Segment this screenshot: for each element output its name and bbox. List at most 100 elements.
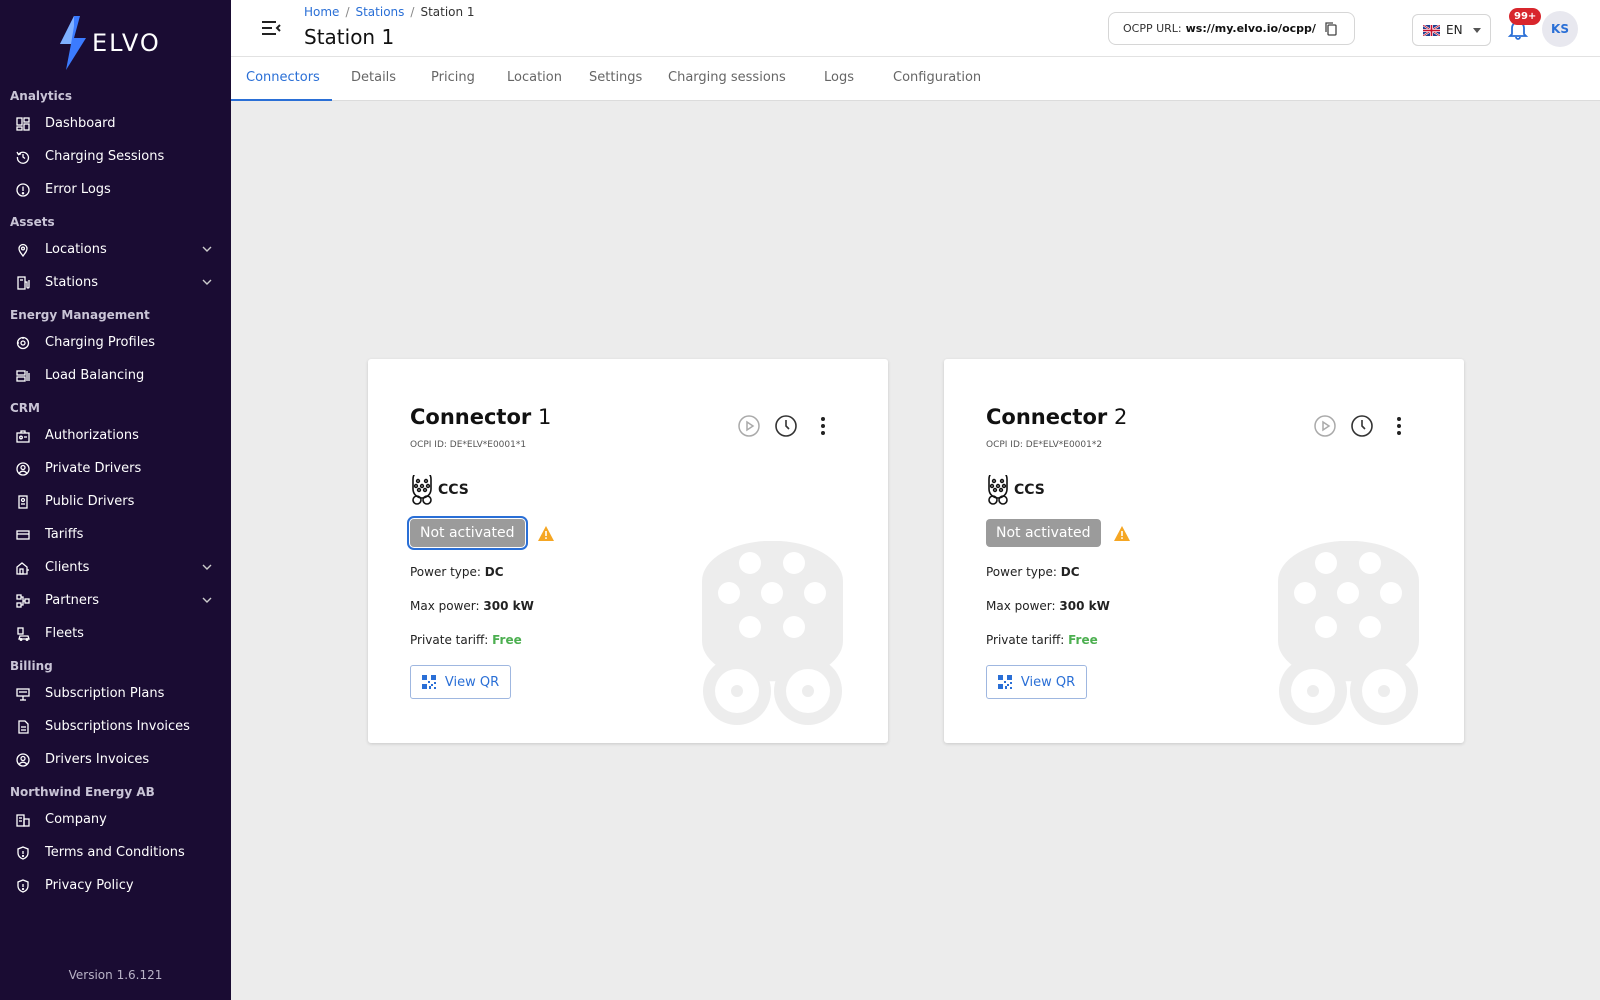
view-qr-button[interactable]: View QR — [410, 665, 511, 699]
power-type-label: Power type: — [986, 565, 1057, 579]
connector-number: 2 — [1113, 405, 1128, 429]
sidebar-nav: Analytics Dashboard Charging Sessions Er… — [0, 80, 231, 902]
menu-collapse-icon[interactable] — [260, 18, 282, 38]
warning-icon — [1113, 525, 1130, 541]
section-organization: Northwind Energy AB — [10, 785, 155, 799]
authorization-icon — [16, 429, 30, 443]
view-qr-label: View QR — [444, 674, 500, 690]
connector-actions — [1301, 413, 1412, 439]
sidebar-item-label: Subscription Plans — [45, 686, 165, 701]
ocpp-url-box: OCPP URL: ws://my.elvo.io/ocpp/ — [1108, 12, 1355, 45]
sidebar-item-subscription-plans[interactable]: Subscription Plans — [0, 677, 231, 710]
sidebar-item-dashboard[interactable]: Dashboard — [0, 107, 231, 140]
sidebar-item-label: Subscriptions Invoices — [45, 719, 190, 734]
sidebar-item-label: Dashboard — [45, 116, 116, 131]
sidebar-item-label: Terms and Conditions — [45, 845, 185, 860]
location-pin-icon — [16, 243, 30, 257]
sidebar-item-label: Drivers Invoices — [45, 752, 150, 767]
more-vertical-icon[interactable] — [1386, 413, 1412, 439]
sidebar-item-load-balancing[interactable]: Load Balancing — [0, 359, 231, 392]
breadcrumb-home[interactable]: Home — [304, 5, 339, 19]
max-power-row: Max power: 300 kW — [410, 599, 534, 613]
partners-icon — [16, 593, 30, 608]
station-icon — [16, 275, 30, 290]
ocpi-id: OCPI ID: DE*ELV*E0001*2 — [986, 440, 1103, 450]
sidebar-item-charging-sessions[interactable]: Charging Sessions — [0, 140, 231, 173]
sidebar-item-label: Tariffs — [45, 527, 84, 542]
sidebar-item-terms-and-conditions[interactable]: Terms and Conditions — [0, 836, 231, 869]
brand-name: ELVO — [92, 29, 161, 57]
sidebar-item-subscriptions-invoices[interactable]: Subscriptions Invoices — [0, 710, 231, 743]
connector-title-word: Connector — [410, 405, 532, 429]
connector-status: Not activated — [407, 516, 554, 550]
shield-icon — [16, 878, 30, 893]
tab-charging-sessions[interactable]: Charging sessions — [668, 57, 786, 101]
view-qr-button[interactable]: View QR — [986, 665, 1087, 699]
sidebar-item-error-logs[interactable]: Error Logs — [0, 173, 231, 206]
avatar[interactable]: KS — [1542, 11, 1578, 47]
lightning-logo-icon — [60, 16, 86, 70]
language-value: EN — [1446, 23, 1463, 37]
sidebar-item-locations[interactable]: Locations — [0, 233, 231, 266]
sidebar-item-label: Partners — [45, 593, 100, 608]
tab-connectors[interactable]: Connectors — [246, 57, 320, 101]
tab-configuration[interactable]: Configuration — [893, 57, 981, 101]
sidebar-item-drivers-invoices[interactable]: Drivers Invoices — [0, 743, 231, 776]
private-tariff-label: Private tariff: — [410, 633, 489, 647]
sidebar-item-partners[interactable]: Partners — [0, 584, 231, 617]
sidebar-item-authorizations[interactable]: Authorizations — [0, 419, 231, 452]
sidebar-item-clients[interactable]: Clients — [0, 551, 231, 584]
tab-location[interactable]: Location — [507, 57, 562, 101]
badge-icon — [16, 494, 30, 509]
sidebar-item-private-drivers[interactable]: Private Drivers — [0, 452, 231, 485]
page-title: Station 1 — [304, 25, 395, 49]
breadcrumb-current: Station 1 — [420, 5, 475, 19]
connector-title: Connector 2 — [986, 405, 1127, 429]
play-icon[interactable] — [1312, 413, 1338, 439]
breadcrumb-stations[interactable]: Stations — [355, 5, 404, 19]
power-type-row: Power type: DC — [986, 565, 1080, 579]
ocpp-url-value: ws://my.elvo.io/ocpp/ — [1185, 22, 1316, 35]
max-power-label: Max power: — [986, 599, 1056, 613]
dashboard-icon — [16, 116, 30, 131]
sidebar-item-label: Company — [45, 812, 107, 827]
sidebar-item-tariffs[interactable]: Tariffs — [0, 518, 231, 551]
power-type-value: DC — [1060, 565, 1080, 579]
sidebar-item-label: Locations — [45, 242, 107, 257]
chevron-down-icon[interactable] — [201, 561, 213, 573]
copy-icon[interactable] — [1323, 21, 1339, 37]
clock-icon[interactable] — [1349, 413, 1375, 439]
view-qr-label: View QR — [1020, 674, 1076, 690]
connector-title-word: Connector — [986, 405, 1108, 429]
tab-settings[interactable]: Settings — [589, 57, 642, 101]
sidebar-item-fleets[interactable]: Fleets — [0, 617, 231, 650]
status-badge[interactable]: Not activated — [407, 516, 528, 550]
chevron-down-icon[interactable] — [201, 594, 213, 606]
clock-icon[interactable] — [773, 413, 799, 439]
play-icon[interactable] — [736, 413, 762, 439]
credit-card-icon — [16, 528, 30, 542]
sidebar-item-stations[interactable]: Stations — [0, 266, 231, 299]
chevron-down-icon[interactable] — [201, 243, 213, 255]
notification-badge: 99+ — [1509, 8, 1542, 25]
private-tariff-value: Free — [1068, 633, 1098, 647]
elvo-logo[interactable]: ELVO — [56, 16, 186, 70]
connector-card: Connector 1 OCPI ID: DE*ELV*E0001*1 CCS … — [368, 359, 888, 743]
sidebar-item-privacy-policy[interactable]: Privacy Policy — [0, 869, 231, 902]
tab-logs[interactable]: Logs — [824, 57, 854, 101]
sidebar-item-charging-profiles[interactable]: Charging Profiles — [0, 326, 231, 359]
sidebar-item-public-drivers[interactable]: Public Drivers — [0, 485, 231, 518]
language-select[interactable]: EN — [1412, 14, 1491, 46]
sidebar-item-label: Authorizations — [45, 428, 139, 443]
chevron-down-icon[interactable] — [201, 276, 213, 288]
breadcrumb: Home / Stations / Station 1 — [304, 5, 475, 19]
more-vertical-icon[interactable] — [810, 413, 836, 439]
shield-icon — [16, 845, 30, 860]
sidebar-item-company[interactable]: Company — [0, 803, 231, 836]
status-badge[interactable]: Not activated — [986, 519, 1101, 547]
max-power-label: Max power: — [410, 599, 480, 613]
sidebar-item-label: Private Drivers — [45, 461, 142, 476]
ocpp-url-label: OCPP URL: — [1123, 22, 1182, 35]
tab-pricing[interactable]: Pricing — [431, 57, 475, 101]
tab-details[interactable]: Details — [351, 57, 396, 101]
